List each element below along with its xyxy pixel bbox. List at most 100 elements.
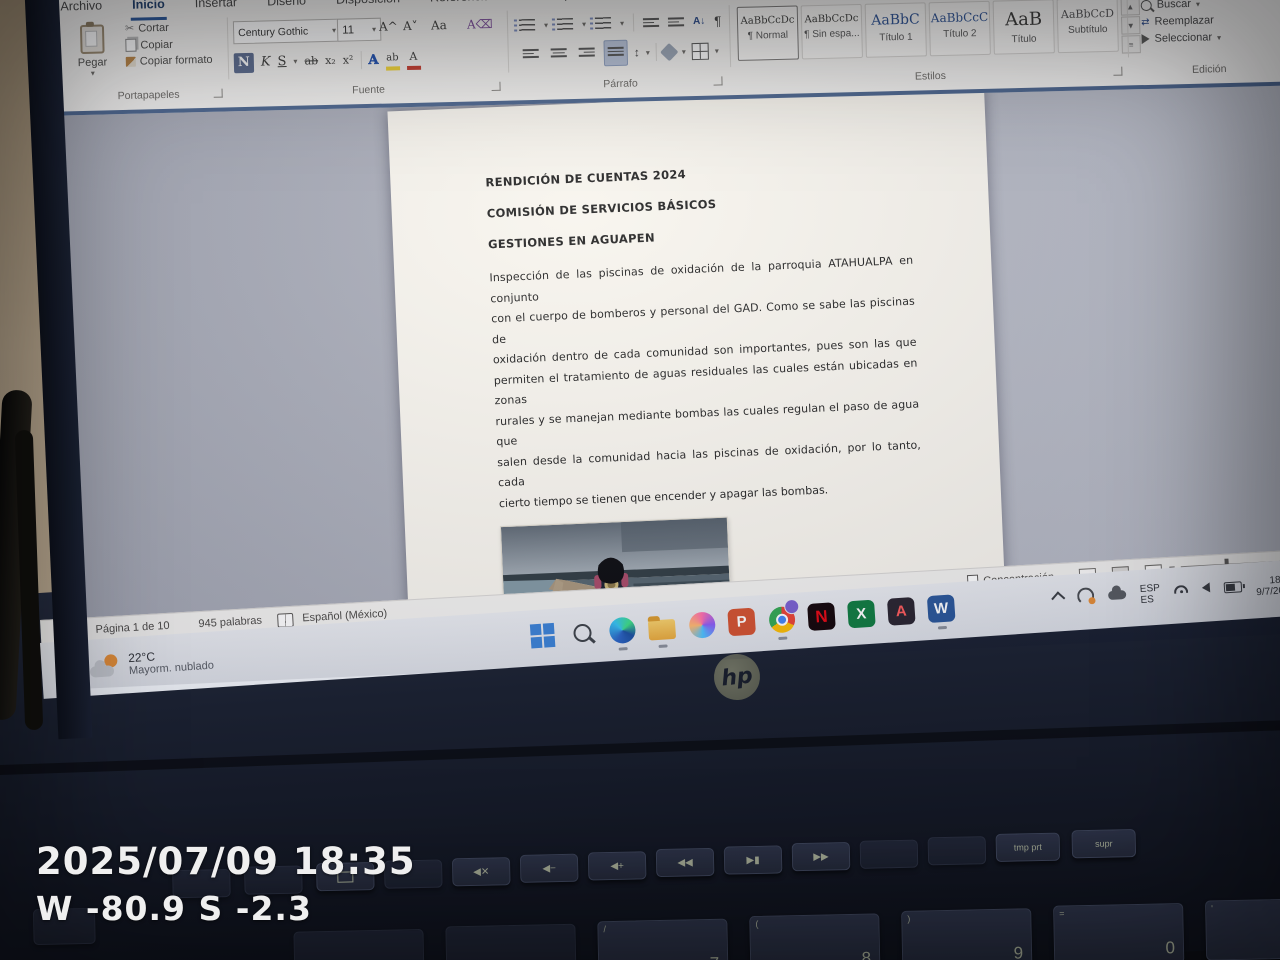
font-dialog-launcher[interactable] — [491, 82, 500, 91]
style-name: Título 1 — [866, 31, 925, 43]
adobe-icon: A — [895, 603, 907, 621]
line-spacing-button[interactable]: ↕ — [634, 45, 640, 59]
text-effects-button[interactable]: A — [368, 50, 379, 68]
superscript-button[interactable]: x² — [343, 53, 354, 66]
key-question: '? — [1205, 898, 1280, 960]
decrease-indent-button[interactable] — [643, 16, 659, 28]
clear-formatting-button[interactable]: A⌫ — [467, 17, 493, 32]
tab-inicio[interactable]: Inicio — [130, 0, 167, 21]
bullets-caret[interactable]: ▾ — [544, 20, 548, 29]
strikethrough-button[interactable]: ab — [304, 54, 318, 67]
style-no-spacing[interactable]: AaBbCcDc ¶ Sin espa... — [801, 4, 863, 59]
clipboard-dialog-launcher[interactable] — [214, 89, 223, 98]
format-painter-icon — [126, 57, 136, 67]
taskbar-netflix[interactable]: N — [807, 602, 836, 631]
bold-button[interactable]: N — [234, 52, 254, 72]
bullets-button[interactable] — [519, 18, 535, 31]
shrink-font-button[interactable]: A˅ — [403, 19, 418, 33]
start-button[interactable] — [528, 621, 557, 650]
key-7: /7 — [597, 919, 728, 960]
numbering-caret[interactable]: ▾ — [582, 19, 586, 28]
styles-dialog-launcher[interactable] — [1113, 67, 1122, 76]
style-subtitle[interactable]: AaBbCcD Subtítulo — [1057, 0, 1119, 53]
borders-button[interactable] — [692, 42, 709, 59]
group-clipboard: Pegar ▾ ✂ Cortar Copiar Copiar formato P… — [71, 18, 225, 108]
status-page-count[interactable]: Página 1 de 10 — [95, 620, 170, 636]
highlight-icon: ab — [386, 52, 399, 63]
group-font: Century Gothic ▾ 11 ▾ A^ A˅ Aa A⌫ N K S … — [231, 11, 505, 104]
taskbar-edge[interactable] — [608, 616, 637, 645]
supr-key: supr — [1072, 829, 1137, 858]
subscript-button[interactable]: x₂ — [325, 54, 336, 67]
multilevel-list-button[interactable] — [595, 17, 611, 30]
sync-update-icon[interactable] — [1077, 587, 1095, 605]
format-painter-button[interactable]: Copiar formato — [126, 54, 213, 68]
paragraph-dialog-launcher[interactable] — [713, 76, 722, 85]
taskbar-chrome[interactable] — [767, 605, 796, 634]
tray-expand-chevron[interactable] — [1051, 591, 1065, 605]
taskbar-word[interactable]: W — [927, 594, 956, 623]
style-heading1[interactable]: AaBbC Título 1 — [865, 2, 927, 57]
highlight-button[interactable]: ab — [385, 47, 400, 70]
document-page[interactable]: RENDICIÓN DE CUENTAS 2024 COMISIÓN DE SE… — [387, 87, 1005, 624]
key-8: (8 — [749, 913, 880, 960]
paste-button[interactable]: Pegar ▾ — [77, 24, 108, 78]
grow-font-button[interactable]: A^ — [379, 19, 398, 33]
language-indicator[interactable]: ESP ES — [1140, 583, 1161, 606]
wifi-icon[interactable] — [1174, 585, 1188, 594]
taskbar-file-explorer[interactable] — [647, 613, 676, 642]
taskbar-excel[interactable]: X — [847, 600, 876, 629]
font-family-caret: ▾ — [332, 26, 336, 35]
chrome-profile-badge — [784, 599, 800, 615]
show-marks-button[interactable]: ¶ — [714, 13, 721, 28]
change-case-button[interactable]: Aa — [431, 18, 447, 32]
underline-caret[interactable]: ▾ — [293, 57, 297, 66]
paste-caret[interactable]: ▾ — [78, 68, 108, 78]
numbering-button[interactable] — [557, 17, 573, 30]
windows-logo-icon — [529, 622, 555, 648]
align-center-button[interactable] — [547, 42, 570, 67]
style-sample: AaBbCcD — [1058, 7, 1117, 21]
increase-indent-button[interactable] — [668, 15, 684, 27]
taskbar-copilot[interactable] — [687, 610, 716, 639]
taskbar-powerpoint[interactable]: P — [727, 608, 756, 637]
shading-caret[interactable]: ▾ — [682, 47, 686, 56]
tab-archivo[interactable]: Archivo — [58, 0, 104, 23]
borders-caret[interactable]: ▾ — [715, 46, 719, 55]
function-key — [860, 840, 919, 869]
shading-button[interactable] — [660, 42, 678, 60]
italic-button[interactable]: K — [261, 54, 271, 69]
find-button[interactable]: Buscar ▾ — [1141, 0, 1221, 11]
clock[interactable]: 18:35 9/7/2025 — [1255, 574, 1280, 599]
copilot-icon — [688, 611, 716, 639]
style-normal[interactable]: AaBbCcDc ¶ Normal — [737, 5, 799, 60]
line-spacing-caret[interactable]: ▾ — [646, 48, 650, 57]
sort-button[interactable]: A↓ — [693, 15, 705, 26]
align-left-button[interactable] — [519, 43, 542, 68]
number-key — [293, 929, 424, 960]
taskbar-search-button[interactable] — [568, 618, 597, 647]
number-key — [445, 924, 576, 960]
onedrive-icon[interactable] — [1108, 590, 1127, 600]
style-heading2[interactable]: AaBbCcC Título 2 — [929, 1, 991, 56]
photo-of-laptop: Archivo Inicio Insertar Diseño Disposici… — [0, 0, 1280, 960]
cut-button[interactable]: ✂ Cortar — [125, 20, 212, 35]
style-title[interactable]: AaB Título — [993, 0, 1055, 55]
taskbar-adobe[interactable]: A — [887, 597, 916, 626]
justify-button[interactable] — [603, 40, 628, 67]
weather-widget[interactable]: 22°C Mayorm. nublado — [89, 646, 214, 680]
style-name: ¶ Normal — [738, 30, 797, 42]
volume-icon[interactable] — [1202, 582, 1211, 593]
font-size-combo[interactable]: 11 ▾ — [337, 18, 382, 42]
align-right-button[interactable] — [575, 41, 598, 66]
battery-icon[interactable] — [1224, 581, 1243, 593]
copy-button[interactable]: Copiar — [125, 37, 212, 52]
replace-button[interactable]: ⇄ Reemplazar — [1141, 14, 1221, 28]
font-family-combo[interactable]: Century Gothic ▾ — [233, 19, 342, 45]
volume-up-key: ◀+ — [588, 851, 647, 880]
multilevel-caret[interactable]: ▾ — [620, 18, 624, 27]
select-button[interactable]: Seleccionar ▾ — [1141, 31, 1221, 45]
font-color-button[interactable]: A — [406, 47, 421, 70]
edge-icon — [608, 616, 636, 644]
underline-button[interactable]: S — [277, 54, 286, 69]
